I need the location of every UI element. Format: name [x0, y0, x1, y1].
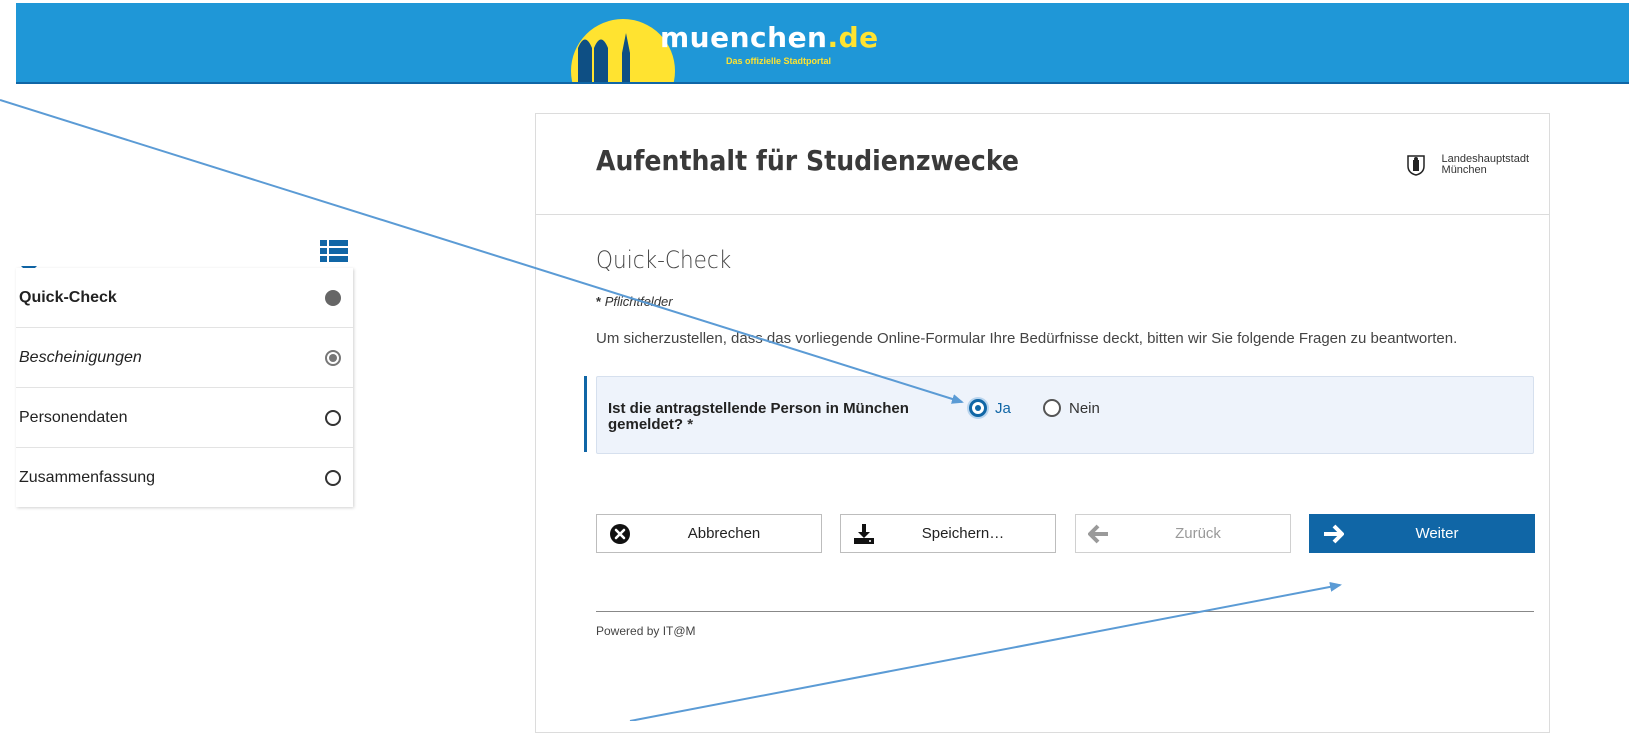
question-label: Ist die antragstellende Person in Münche…: [608, 400, 909, 433]
section-title: Quick-Check: [596, 246, 732, 274]
frauenkirche-icon: [578, 33, 630, 82]
city-logo: Landeshauptstadt München: [1406, 154, 1529, 176]
step-navigation: Quick-Check Bescheinigungen Personendate…: [16, 268, 353, 507]
logo-wordmark: muenchen.de: [660, 21, 879, 54]
logo-tagline: Das offizielle Stadtportal: [726, 56, 832, 66]
nav-item-label: Zusammenfassung: [19, 468, 156, 486]
nav-item-zusammenfassung[interactable]: Zusammenfassung: [16, 447, 353, 507]
page-title: Aufenthalt für Studienzwecke: [596, 144, 1019, 177]
arrow-left-icon: [1088, 523, 1110, 545]
back-button[interactable]: Zurück: [1075, 514, 1291, 553]
question-registered-in-munich: Ist die antragstellende Person in Münche…: [596, 376, 1534, 454]
city-name: Landeshauptstadt München: [1441, 153, 1529, 176]
nav-item-label: Personendaten: [19, 408, 128, 426]
site-header: muenchen.de Das offizielle Stadtportal: [16, 3, 1629, 84]
muenchen-de-logo[interactable]: muenchen.de Das offizielle Stadtportal: [556, 3, 886, 82]
nav-item-label: Quick-Check: [19, 288, 117, 306]
nav-item-bescheinigungen[interactable]: Bescheinigungen: [16, 327, 353, 387]
radio-unselected-icon[interactable]: [1043, 399, 1061, 417]
munich-crest-icon: [1406, 155, 1425, 176]
save-button[interactable]: Speichern…: [840, 514, 1056, 553]
arrow-right-icon: [1322, 523, 1344, 545]
status-partial-icon: [325, 349, 341, 366]
status-open-icon: [325, 469, 341, 486]
status-open-icon: [325, 409, 341, 426]
nav-item-personendaten[interactable]: Personendaten: [16, 387, 353, 447]
download-icon: [853, 523, 875, 545]
required-note: * Pflichtfelder: [596, 294, 673, 309]
radio-option-ja[interactable]: Ja: [969, 399, 1011, 417]
powered-by-text: Powered by IT@M: [596, 624, 696, 638]
form-card: Aufenthalt für Studienzwecke Landeshaupt…: [535, 113, 1550, 733]
intro-text: Um sicherzustellen, dass das vorliegende…: [596, 330, 1458, 347]
radio-selected-icon[interactable]: [969, 399, 987, 417]
next-button[interactable]: Weiter: [1309, 514, 1535, 553]
status-current-icon: [325, 289, 341, 306]
list-icon[interactable]: [320, 240, 348, 262]
cancel-button[interactable]: Abbrechen: [596, 514, 822, 553]
close-circle-icon: [609, 523, 631, 545]
form-header: Aufenthalt für Studienzwecke Landeshaupt…: [536, 114, 1549, 215]
question-indicator-bar: [584, 376, 587, 452]
nav-item-quick-check[interactable]: Quick-Check: [16, 268, 353, 327]
footer-divider: [596, 611, 1534, 612]
radio-option-nein[interactable]: Nein: [1043, 399, 1100, 417]
nav-item-label: Bescheinigungen: [19, 348, 142, 366]
